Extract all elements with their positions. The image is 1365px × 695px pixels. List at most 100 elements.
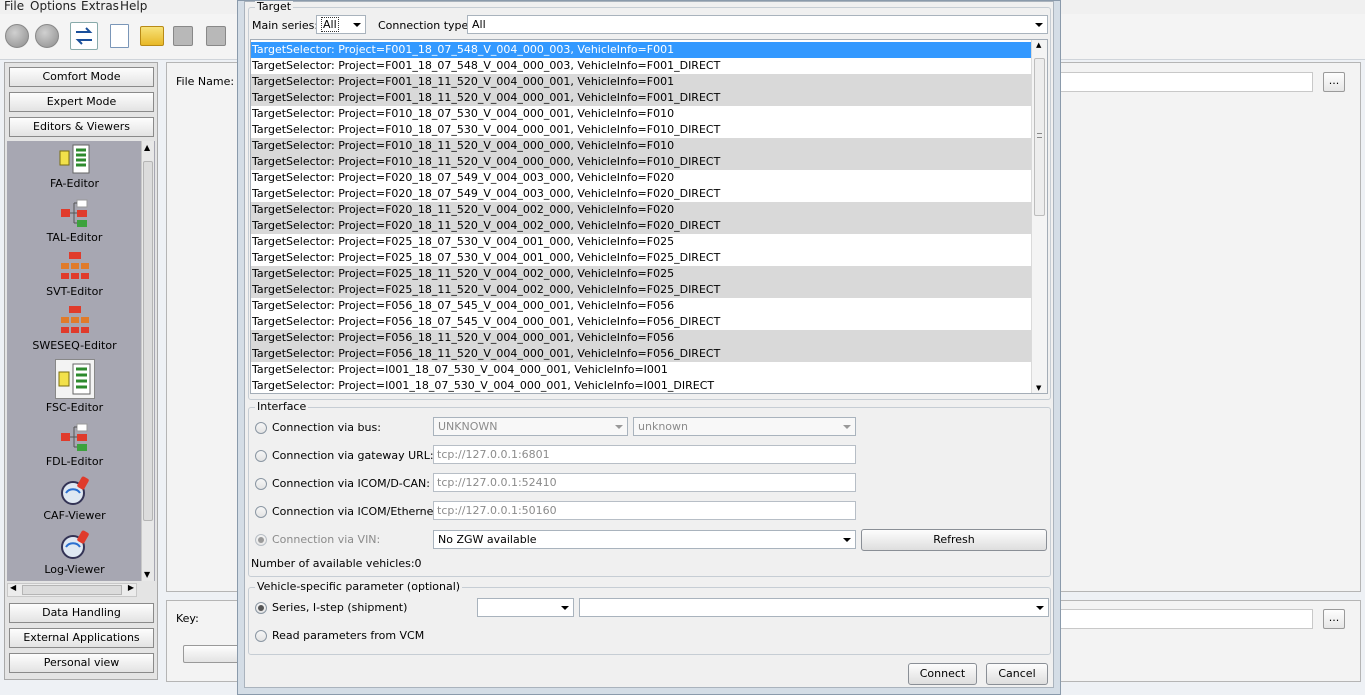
key-browse-button[interactable]: ... bbox=[1323, 609, 1345, 629]
bus-channel-select[interactable]: unknown bbox=[633, 417, 856, 436]
target-list-item[interactable]: TargetSelector: Project=F020_18_07_549_V… bbox=[251, 170, 1032, 186]
switch-icon[interactable] bbox=[70, 22, 98, 50]
connection-type-label: Connection type: bbox=[378, 19, 473, 32]
menu-extras[interactable]: Extras bbox=[81, 0, 119, 13]
bus-radio[interactable] bbox=[255, 422, 267, 434]
forward-icon[interactable] bbox=[35, 24, 59, 48]
target-list-item[interactable]: TargetSelector: Project=F025_18_07_530_V… bbox=[251, 234, 1032, 250]
comfort-mode-button[interactable]: Comfort Mode bbox=[9, 67, 154, 87]
chevron-down-icon bbox=[615, 425, 623, 429]
bus-select-value: UNKNOWN bbox=[438, 420, 498, 433]
target-list-item[interactable]: TargetSelector: Project=F025_18_11_520_V… bbox=[251, 282, 1032, 298]
menu-options[interactable]: Options bbox=[30, 0, 76, 13]
fdl-editor-tool[interactable]: FDL-Editor bbox=[7, 421, 142, 468]
scroll-right-icon[interactable]: ▶ bbox=[128, 583, 134, 592]
menu-help[interactable]: Help bbox=[120, 0, 147, 13]
vehicle-group-title: Vehicle-specific parameter (optional) bbox=[255, 580, 463, 593]
target-list-item[interactable]: TargetSelector: Project=F025_18_11_520_V… bbox=[251, 266, 1032, 282]
icom-ethernet-field[interactable]: tcp://127.0.0.1:50160 bbox=[433, 501, 856, 520]
back-icon[interactable] bbox=[5, 24, 29, 48]
target-list-item[interactable]: TargetSelector: Project=F056_18_11_520_V… bbox=[251, 330, 1032, 346]
target-list-item[interactable]: TargetSelector: Project=F020_18_11_520_V… bbox=[251, 202, 1032, 218]
external-applications-button[interactable]: External Applications bbox=[9, 628, 154, 648]
file-browse-button[interactable]: ... bbox=[1323, 72, 1345, 92]
log-viewer-tool[interactable]: Log-Viewer bbox=[7, 529, 142, 576]
target-list-item[interactable]: TargetSelector: Project=F010_18_11_520_V… bbox=[251, 138, 1032, 154]
chevron-down-icon bbox=[561, 606, 569, 610]
cancel-button[interactable]: Cancel bbox=[986, 663, 1048, 685]
file-name-label: File Name: bbox=[176, 75, 235, 88]
save-icon[interactable] bbox=[173, 26, 193, 46]
target-list-item[interactable]: TargetSelector: Project=F025_18_07_530_V… bbox=[251, 250, 1032, 266]
target-list-item[interactable]: TargetSelector: Project=F056_18_07_545_V… bbox=[251, 314, 1032, 330]
refresh-button[interactable]: Refresh bbox=[861, 529, 1047, 551]
series-radio[interactable] bbox=[255, 602, 267, 614]
chevron-down-icon bbox=[1036, 606, 1044, 610]
target-list-scroll-thumb[interactable] bbox=[1034, 58, 1045, 216]
scroll-up-icon[interactable]: ▲ bbox=[144, 143, 150, 152]
target-list[interactable]: TargetSelector: Project=F001_18_07_548_V… bbox=[250, 39, 1048, 394]
target-list-item[interactable]: TargetSelector: Project=F010_18_07_530_V… bbox=[251, 106, 1032, 122]
target-list-item[interactable]: TargetSelector: Project=F020_18_11_520_V… bbox=[251, 218, 1032, 234]
sweseq-editor-tool[interactable]: SWESEQ-Editor bbox=[7, 305, 142, 352]
key-action-button[interactable] bbox=[183, 645, 243, 663]
log-viewer-label: Log-Viewer bbox=[44, 563, 105, 576]
hscroll-thumb[interactable] bbox=[22, 585, 122, 595]
target-list-item[interactable]: TargetSelector: Project=F020_18_07_549_V… bbox=[251, 186, 1032, 202]
target-list-item[interactable]: TargetSelector: Project=F010_18_07_530_V… bbox=[251, 122, 1032, 138]
editors-viewers-button[interactable]: Editors & Viewers bbox=[9, 117, 154, 137]
target-list-item[interactable]: TargetSelector: Project=F056_18_07_545_V… bbox=[251, 298, 1032, 314]
connect-button[interactable]: Connect bbox=[908, 663, 977, 685]
vin-radio[interactable] bbox=[255, 534, 267, 546]
svt-editor-tool[interactable]: SVT-Editor bbox=[7, 251, 142, 298]
save-as-icon[interactable] bbox=[206, 26, 226, 46]
editors-vertical-scrollbar[interactable]: ▲ ▼ bbox=[141, 141, 154, 581]
icom-dcan-field[interactable]: tcp://127.0.0.1:52410 bbox=[433, 473, 856, 492]
target-list-scrollbar[interactable]: ▲ ▼ bbox=[1031, 40, 1047, 393]
target-list-item[interactable]: TargetSelector: Project=I001_18_07_530_V… bbox=[251, 378, 1032, 393]
open-folder-icon[interactable] bbox=[140, 26, 164, 46]
fdl-editor-label: FDL-Editor bbox=[45, 455, 104, 468]
fa-editor-tool[interactable]: FA-Editor bbox=[7, 143, 142, 190]
series-select[interactable] bbox=[477, 598, 574, 617]
icom-dcan-radio[interactable] bbox=[255, 478, 267, 490]
scroll-left-icon[interactable]: ◀ bbox=[10, 583, 16, 592]
fsc-editor-tool[interactable]: FSC-Editor bbox=[7, 359, 142, 414]
scroll-up-icon[interactable]: ▲ bbox=[1036, 41, 1041, 49]
key-label: Key: bbox=[176, 612, 199, 625]
target-list-item[interactable]: TargetSelector: Project=F056_18_11_520_V… bbox=[251, 346, 1032, 362]
target-list-item[interactable]: TargetSelector: Project=F001_18_11_520_V… bbox=[251, 90, 1032, 106]
scroll-down-icon[interactable]: ▼ bbox=[144, 570, 150, 579]
key-field[interactable] bbox=[1047, 609, 1313, 629]
personal-view-button[interactable]: Personal view bbox=[9, 653, 154, 673]
main-series-select[interactable]: All bbox=[316, 15, 366, 34]
scroll-thumb[interactable] bbox=[143, 161, 153, 521]
target-list-item[interactable]: TargetSelector: Project=F001_18_07_548_V… bbox=[251, 42, 1032, 58]
caf-viewer-icon bbox=[59, 475, 91, 507]
data-handling-button[interactable]: Data Handling bbox=[9, 603, 154, 623]
expert-mode-button[interactable]: Expert Mode bbox=[9, 92, 154, 112]
caf-viewer-tool[interactable]: CAF-Viewer bbox=[7, 475, 142, 522]
target-list-item[interactable]: TargetSelector: Project=F001_18_07_548_V… bbox=[251, 58, 1032, 74]
vin-select[interactable]: No ZGW available bbox=[433, 530, 856, 549]
available-vehicles-text: Number of available vehicles:0 bbox=[251, 557, 422, 570]
scroll-down-icon[interactable]: ▼ bbox=[1036, 384, 1041, 392]
gateway-radio[interactable] bbox=[255, 450, 267, 462]
target-list-item[interactable]: TargetSelector: Project=F010_18_11_520_V… bbox=[251, 154, 1032, 170]
menu-file[interactable]: File bbox=[4, 0, 24, 13]
tal-editor-tool[interactable]: TAL-Editor bbox=[7, 197, 142, 244]
bus-select[interactable]: UNKNOWN bbox=[433, 417, 628, 436]
editors-list: FA-Editor TAL-Editor SVT-Editor SWESEQ-E… bbox=[7, 141, 155, 581]
gateway-url-field[interactable]: tcp://127.0.0.1:6801 bbox=[433, 445, 856, 464]
icom-ethernet-radio[interactable] bbox=[255, 506, 267, 518]
editors-horizontal-scrollbar[interactable]: ◀ ▶ bbox=[7, 583, 137, 597]
new-document-icon[interactable] bbox=[110, 24, 129, 48]
connection-type-select[interactable]: All bbox=[467, 15, 1048, 34]
file-name-field[interactable] bbox=[1047, 72, 1313, 92]
istep-select[interactable] bbox=[579, 598, 1049, 617]
svt-editor-icon bbox=[59, 251, 91, 283]
target-list-item[interactable]: TargetSelector: Project=I001_18_07_530_V… bbox=[251, 362, 1032, 378]
vcm-radio[interactable] bbox=[255, 630, 267, 642]
target-list-item[interactable]: TargetSelector: Project=F001_18_11_520_V… bbox=[251, 74, 1032, 90]
svt-editor-label: SVT-Editor bbox=[46, 285, 103, 298]
